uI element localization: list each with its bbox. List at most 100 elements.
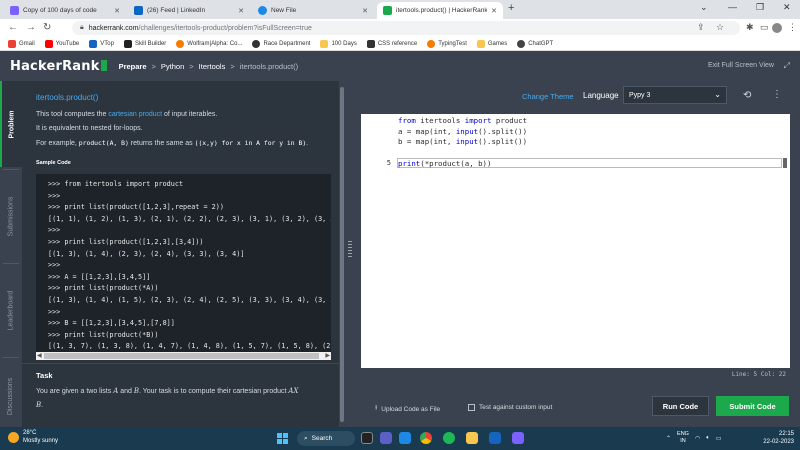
text: of input iterables. xyxy=(162,111,218,118)
minimize-icon[interactable]: — xyxy=(728,2,737,12)
change-theme-link[interactable]: Change Theme xyxy=(522,92,574,101)
text: For example, xyxy=(36,140,79,147)
exit-fullscreen-link[interactable]: Exit Full Screen View xyxy=(708,62,774,69)
breadcrumb-prepare[interactable]: Prepare xyxy=(119,62,147,71)
tab-discussions[interactable]: Discussions xyxy=(0,365,22,427)
scrollbar-thumb[interactable] xyxy=(340,87,344,422)
css-reference-icon xyxy=(366,39,375,48)
teams-icon[interactable] xyxy=(380,432,392,444)
spotify-icon[interactable] xyxy=(443,432,455,444)
scroll-right-icon[interactable]: ▶ xyxy=(325,352,330,359)
maximize-icon[interactable]: ❐ xyxy=(756,2,764,13)
bookmark-typingtest[interactable]: TypingTest xyxy=(427,39,467,48)
submit-code-button[interactable]: Submit Code xyxy=(716,396,789,416)
windows-taskbar: 28°C Mostly sunny ⌕ Search ⌃ ENG IN ◠ 🔈︎… xyxy=(0,427,800,450)
back-arrow-icon[interactable]: ← xyxy=(8,22,18,33)
wolfram-icon xyxy=(176,39,185,48)
discord-icon[interactable] xyxy=(512,432,524,444)
close-icon[interactable]: ✕ xyxy=(491,7,497,15)
code-line: >>> from itertools import product xyxy=(48,180,184,188)
line-number: 5 xyxy=(386,159,391,167)
bookmark-label: Gmail xyxy=(19,40,35,47)
bookmark-100-days[interactable]: 100 Days xyxy=(320,39,357,48)
tab-submissions[interactable]: Submissions xyxy=(0,171,22,261)
scroll-left-icon[interactable]: ◀ xyxy=(37,352,42,359)
input-language[interactable]: ENG IN xyxy=(677,431,689,445)
bookmark-chatgpt[interactable]: ChatGPT xyxy=(517,39,553,48)
taskbar-search[interactable]: ⌕ Search xyxy=(297,431,355,446)
url-host: hackerrank.com xyxy=(88,24,139,32)
wifi-icon[interactable]: ◠ xyxy=(695,435,700,442)
bookmark-youtube[interactable]: YouTube xyxy=(44,39,79,48)
language-select[interactable]: Pypy 3 ⌄ xyxy=(623,86,727,104)
avatar[interactable] xyxy=(772,23,782,33)
chevron-down-icon[interactable]: ⌄ xyxy=(700,2,708,13)
bookmark-skill-builder[interactable]: Skill Builder xyxy=(123,39,166,48)
star-icon[interactable]: ☆ xyxy=(716,22,724,33)
security-icon[interactable] xyxy=(399,432,411,444)
upload-code-button[interactable]: ⭱ Upload Code as File xyxy=(375,404,440,415)
extensions-icon[interactable]: ✱ xyxy=(746,22,754,33)
code-line: >>> print list(product([1,2,3],[3,4])) xyxy=(48,238,204,246)
browser-tab-new-file[interactable]: New File ✕ xyxy=(252,2,374,19)
drag-handle-icon[interactable] xyxy=(348,241,352,257)
code-text: ().split()) xyxy=(478,126,528,136)
code-horizontal-scrollbar[interactable]: ◀ ▶ xyxy=(36,352,331,360)
race-department-icon xyxy=(252,39,261,48)
run-code-button[interactable]: Run Code xyxy=(652,396,709,416)
hackerrank-logo[interactable]: HackerRank xyxy=(10,59,107,74)
bookmark-label: Games xyxy=(487,40,508,47)
chrome-icon[interactable] xyxy=(420,432,432,444)
windows-start-icon[interactable] xyxy=(277,433,288,444)
close-icon[interactable]: ✕ xyxy=(114,7,120,15)
breadcrumb-python[interactable]: Python xyxy=(161,62,184,71)
browser-tab-linkedin[interactable]: (26) Feed | LinkedIn ✕ xyxy=(128,2,250,19)
forward-arrow-icon[interactable]: → xyxy=(26,22,36,33)
reload-icon[interactable]: ↻ xyxy=(43,22,51,33)
code-editor[interactable]: from itertools import product a = map(in… xyxy=(361,114,790,368)
scrollbar-thumb[interactable] xyxy=(44,353,319,359)
share-icon[interactable]: ⇪ xyxy=(697,22,705,33)
breadcrumb-itertools[interactable]: Itertools xyxy=(199,62,226,71)
browser-tab-100-days[interactable]: Copy of 100 days of code ✕ xyxy=(4,2,126,19)
volume-icon[interactable]: 🔈︎ xyxy=(706,435,710,442)
skill-builder-icon xyxy=(123,39,132,48)
browser-tab-hackerrank[interactable]: itertools.product() | HackerRank ✕ xyxy=(377,2,503,19)
close-icon[interactable]: ✕ xyxy=(362,7,368,15)
kebab-menu-icon[interactable]: ⋮ xyxy=(788,22,797,33)
tab-problem[interactable]: Problem xyxy=(0,81,22,167)
bookmarks-bar: Gmail YouTube VTop Skill Builder Wolfram… xyxy=(0,37,800,51)
editor-scrollbar-thumb[interactable] xyxy=(783,158,787,168)
close-window-icon[interactable]: ✕ xyxy=(783,2,791,13)
weather-widget[interactable]: 28°C Mostly sunny xyxy=(8,430,58,445)
history-icon[interactable]: ⟲ xyxy=(743,90,751,101)
bookmark-games[interactable]: Games xyxy=(476,39,508,48)
battery-icon[interactable]: ▭ xyxy=(716,435,722,442)
kebab-menu-icon[interactable]: ⋮ xyxy=(772,89,782,100)
docs-favicon-icon xyxy=(10,6,19,15)
inline-code: ((x,y) for x in A for y in B) xyxy=(194,139,307,147)
bookmark-gmail[interactable]: Gmail xyxy=(8,39,35,48)
url-path: /challenges/itertools-product/problem?is… xyxy=(138,24,312,32)
bookmark-race-department[interactable]: Race Department xyxy=(252,39,310,48)
bookmark-wolfram[interactable]: Wolfram|Alpha: Co... xyxy=(176,39,242,48)
new-tab-icon[interactable]: + xyxy=(508,2,514,14)
breadcrumb-current: itertools.product() xyxy=(239,61,299,71)
vscode-icon[interactable] xyxy=(489,432,501,444)
cartesian-product-link[interactable]: cartesian product xyxy=(108,111,162,118)
bookmark-css-reference[interactable]: CSS reference xyxy=(366,39,417,48)
window-icon[interactable]: ▭ xyxy=(760,22,769,33)
chevron-up-icon[interactable]: ⌃ xyxy=(666,435,671,442)
bookmark-vtop[interactable]: VTop xyxy=(89,39,114,48)
task-view-icon[interactable] xyxy=(361,432,373,444)
custom-input-checkbox[interactable] xyxy=(468,404,475,411)
file-explorer-icon[interactable] xyxy=(466,432,478,444)
custom-input-label: Test against custom input xyxy=(479,404,553,411)
close-icon[interactable]: ✕ xyxy=(238,7,244,15)
tab-leaderboard[interactable]: Leaderboard xyxy=(0,265,22,355)
address-bar[interactable]: 🔒︎ hackerrank.com/challenges/itertools-p… xyxy=(72,21,740,35)
custom-input-toggle[interactable]: Test against custom input xyxy=(468,404,552,411)
taskbar-clock[interactable]: 22:15 22-02-2023 xyxy=(763,430,794,446)
expand-icon[interactable]: ⤢ xyxy=(784,61,790,71)
panel-splitter[interactable] xyxy=(345,81,355,427)
